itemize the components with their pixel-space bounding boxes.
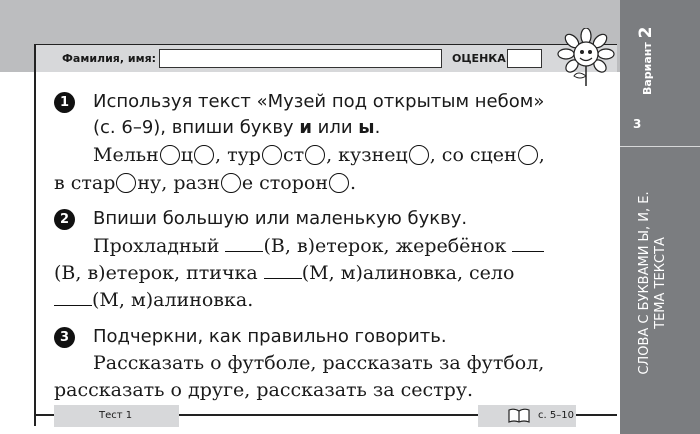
- task-3-line-1[interactable]: Рассказать о футболе, рассказать за футб…: [93, 350, 544, 377]
- task-2-line-2: (В, в)етерок, птичка (М, м)алиновка, сел…: [54, 260, 514, 287]
- test-label: Тест 1: [54, 405, 179, 427]
- word-fragment: (М, м)алиновка.: [92, 289, 254, 311]
- blank-line[interactable]: [512, 235, 545, 252]
- letter-circle[interactable]: [220, 173, 241, 193]
- letter-circle[interactable]: [328, 173, 349, 193]
- task-1-letter-y: ы: [358, 117, 375, 138]
- word-fragment: (М, м)алиновка, село: [301, 262, 515, 284]
- name-field[interactable]: [159, 49, 442, 68]
- letter-circle[interactable]: [305, 145, 326, 165]
- letter-circle[interactable]: [408, 145, 429, 165]
- task-1-instruction-line-2: (с. 6–9), впиши букву и или ы.: [93, 117, 380, 139]
- word-fragment: ну, разн: [137, 172, 220, 194]
- variant-label: Вариант 2: [636, 27, 656, 95]
- word-fragment: Прохладный: [93, 235, 226, 257]
- blank-line[interactable]: [263, 262, 302, 279]
- word-fragment: , со сцен: [429, 144, 517, 166]
- task-3-number: 3: [54, 327, 75, 348]
- task-1-exercise-line-1: Мельн ц , тур ст , кузнец , со сцен,: [93, 142, 545, 169]
- task-3-instruction: Подчеркни, как правильно говорить.: [93, 326, 447, 347]
- task-1-period: .: [374, 117, 381, 138]
- letter-circle[interactable]: [194, 145, 214, 165]
- letter-circle[interactable]: [517, 145, 538, 165]
- task-2-line-1: Прохладный (В, в)етерок, жеребёнок: [93, 233, 545, 260]
- book-icon: [508, 408, 530, 423]
- grade-field[interactable]: [507, 49, 542, 68]
- blank-line[interactable]: [225, 235, 264, 252]
- word-fragment: , кузнец: [326, 144, 408, 166]
- sidebar-page-number: 3: [633, 117, 642, 131]
- word-fragment: .: [349, 172, 357, 194]
- word-fragment: (В, в)етерок, жеребёнок: [263, 235, 513, 257]
- task-1-instruction-text: (с. 6–9), впиши букву: [93, 117, 300, 138]
- variant-number: 2: [636, 26, 656, 39]
- letter-circle[interactable]: [159, 145, 180, 165]
- variant-text: Вариант: [641, 42, 654, 95]
- task-2-number: 2: [54, 209, 75, 230]
- word-fragment: ст: [282, 144, 305, 166]
- name-label: Фамилия, имя:: [62, 52, 157, 65]
- letter-circle[interactable]: [116, 173, 137, 193]
- task-1-letter-i: и: [299, 117, 312, 138]
- sunflower-mascot-icon: [557, 28, 615, 86]
- sidebar-divider: [620, 146, 700, 147]
- task-3-line-2[interactable]: рассказать о друге, рассказать за сестру…: [54, 377, 473, 404]
- grade-label: ОЦЕНКА:: [452, 52, 511, 65]
- task-1-instruction-line-1: Используя текст «Музей под открытым небо…: [93, 91, 545, 112]
- blank-line[interactable]: [54, 289, 92, 306]
- word-fragment: , тур: [215, 144, 261, 166]
- topic-line-2: ТЕМА ТЕКСТА: [653, 237, 668, 329]
- task-2-instruction: Впиши большую или маленькую букву.: [93, 208, 468, 229]
- word-fragment: (В, в)етерок, птичка: [54, 262, 264, 284]
- word-fragment: ,: [538, 144, 545, 166]
- letter-circle[interactable]: [261, 145, 282, 165]
- word-fragment: в стар: [54, 172, 116, 194]
- task-1-exercise-line-2: в стар ну, разн е сторон.: [54, 170, 356, 197]
- topic-line-1: СЛОВА С БУКВАМИ Ы, И, Е.: [637, 191, 652, 375]
- word-fragment: ц: [180, 144, 193, 166]
- word-fragment: е сторон: [241, 172, 328, 194]
- task-1-number: 1: [54, 92, 75, 113]
- task-2-line-3: (М, м)алиновка.: [54, 287, 253, 314]
- word-fragment: Мельн: [93, 144, 159, 166]
- task-1-or-text: или: [311, 117, 359, 138]
- topic-title: СЛОВА С БУКВАМИ Ы, И, Е. ТЕМА ТЕКСТА: [637, 183, 669, 383]
